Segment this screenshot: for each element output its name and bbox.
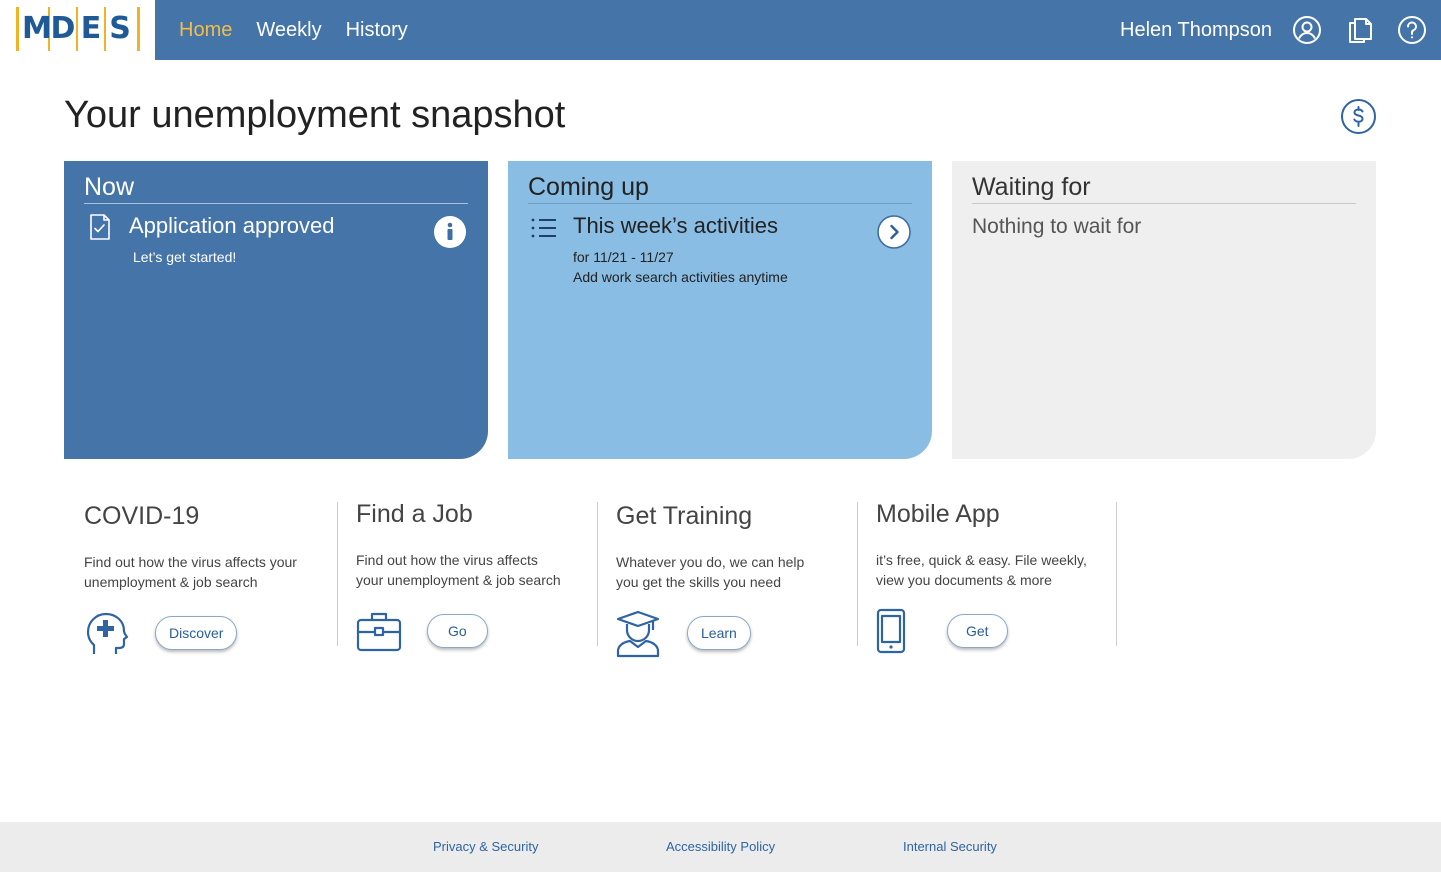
nav-history[interactable]: History [346,19,408,42]
nav-home[interactable]: Home [179,19,232,42]
tile-title: Get Training [616,502,753,530]
get-button[interactable]: Get [947,614,1008,648]
logo-letter: S [109,11,131,46]
tile-find-job: Find a Job Find out how the virus affect… [338,500,598,652]
card-item-sub: Let’s get started! [133,249,237,265]
documents-icon[interactable] [1345,15,1375,45]
phone-icon [876,608,924,656]
card-now: Now Application approved Let’s get start… [64,161,488,459]
tile-title: COVID-19 [84,502,200,530]
graduate-icon [614,610,662,658]
tile-desc: Whatever you do, we can help you get the … [616,554,805,590]
dollar-icon[interactable] [1340,98,1377,135]
go-button[interactable]: Go [427,614,488,648]
help-icon[interactable] [1397,15,1427,45]
tile-desc: it’s free, quick & easy. File weekly, vie… [876,552,1087,588]
document-check-icon [86,213,114,241]
card-heading: Now [84,173,468,204]
tile-title: Mobile App [876,500,1000,528]
user-name[interactable]: Helen Thompson [1120,0,1272,60]
card-waiting-for: Waiting for Nothing to wait for [952,161,1376,459]
logo-letter: E [78,7,106,51]
mdes-logo[interactable]: M D E S [16,7,140,51]
briefcase-icon [356,608,404,656]
card-item-title: This week’s activities [573,213,778,238]
tile-desc: Find out how the virus affects your unemp… [356,552,561,588]
card-heading: Waiting for [972,173,1356,204]
page-title: Your unemployment snapshot [64,94,566,136]
top-header: M D E S Home Weekly History Helen Thomps… [0,0,1441,60]
card-item-dates: for 11/21 - 11/27 [573,249,674,265]
tile-covid: COVID-19 Find out how the virus affects … [64,502,338,654]
discover-button[interactable]: Discover [155,616,238,650]
tile-desc: Find out how the virus affects your unemp… [84,554,297,590]
tile-get-training: Get Training Whatever you do, we can hel… [598,502,858,658]
chevron-right-icon[interactable] [877,215,911,249]
accessibility-link[interactable]: Accessibility Policy [666,822,775,872]
internal-security-link[interactable]: Internal Security [903,822,997,872]
head-medical-icon [82,610,130,658]
page-footer: Privacy & Security Accessibility Policy … [0,822,1441,872]
tile-mobile-app: Mobile App it’s free, quick & easy. File… [858,500,1117,654]
info-icon[interactable] [433,215,467,249]
logo-letter: M [22,7,52,51]
card-empty-text: Nothing to wait for [972,215,1142,238]
main-nav: Home Weekly History [179,0,408,60]
user-icon[interactable] [1292,15,1322,45]
logo-letter: D [50,7,78,51]
list-icon [530,215,558,243]
privacy-link[interactable]: Privacy & Security [433,822,538,872]
logo-area: M D E S [0,0,155,60]
card-coming-up: Coming up This week’s activities for 11/… [508,161,932,459]
card-heading: Coming up [528,173,912,204]
nav-weekly[interactable]: Weekly [256,19,321,42]
card-item-note: Add work search activities anytime [573,269,788,285]
tile-title: Find a Job [356,500,473,528]
learn-button[interactable]: Learn [687,616,751,650]
card-item-title: Application approved [129,213,335,238]
